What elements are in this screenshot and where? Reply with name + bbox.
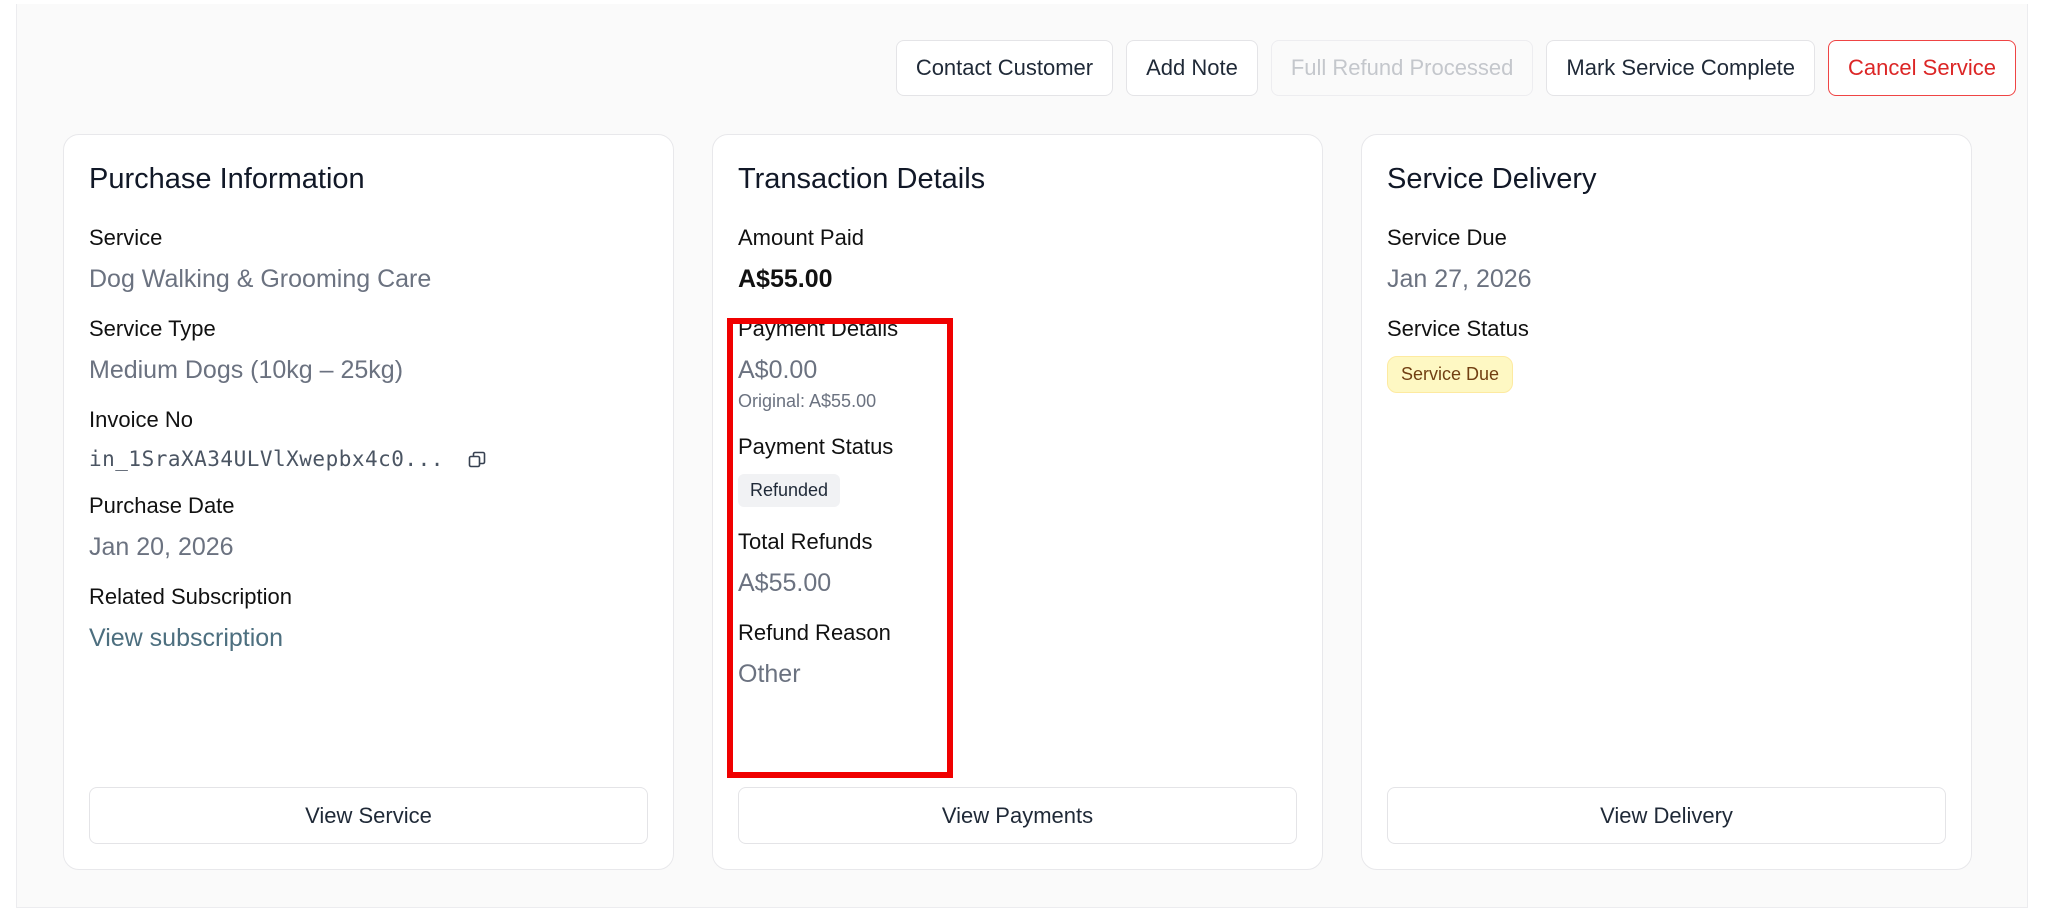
invoice-row: in_1SraXA34ULVlXwepbx4c0...	[89, 447, 648, 471]
view-payments-button[interactable]: View Payments	[738, 787, 1297, 844]
service-value: Dog Walking & Grooming Care	[89, 265, 432, 293]
add-note-button[interactable]: Add Note	[1126, 40, 1258, 96]
purchase-date-label: Purchase Date	[89, 493, 235, 518]
invoice-label: Invoice No	[89, 407, 193, 432]
mark-service-complete-button[interactable]: Mark Service Complete	[1546, 40, 1816, 96]
view-service-button[interactable]: View Service	[89, 787, 648, 844]
transaction-details-card: Transaction Details Amount Paid A$55.00 …	[712, 134, 1323, 870]
card-title: Transaction Details	[738, 163, 986, 195]
service-due-label: Service Due	[1387, 225, 1507, 250]
payment-status-badge: Refunded	[738, 474, 841, 507]
amount-paid-value: A$55.00	[738, 265, 833, 293]
purchase-date-value: Jan 20, 2026	[89, 533, 234, 561]
payment-details-original: Original: A$55.00	[738, 391, 877, 411]
cards-row: Purchase Information Service Dog Walking…	[63, 134, 1972, 870]
view-subscription-link[interactable]: View subscription	[89, 624, 648, 653]
cancel-service-button[interactable]: Cancel Service	[1828, 40, 2016, 96]
total-refunds-value: A$55.00	[738, 569, 832, 597]
service-type-label: Service Type	[89, 316, 216, 341]
service-delivery-card: Service Delivery Service Due Jan 27, 202…	[1361, 134, 1972, 870]
card-title: Purchase Information	[89, 163, 365, 195]
payment-details-value: A$0.00	[738, 356, 818, 384]
action-bar: Contact Customer Add Note Full Refund Pr…	[895, 40, 2016, 96]
view-delivery-button[interactable]: View Delivery	[1387, 787, 1946, 844]
refund-reason-label: Refund Reason	[738, 620, 891, 645]
service-status-label: Service Status	[1387, 316, 1529, 341]
service-due-value: Jan 27, 2026	[1387, 265, 1532, 293]
copy-icon[interactable]	[468, 450, 486, 468]
total-refunds-label: Total Refunds	[738, 529, 873, 554]
purchase-information-card: Purchase Information Service Dog Walking…	[63, 134, 674, 870]
amount-paid-label: Amount Paid	[738, 225, 864, 250]
full-refund-processed-button: Full Refund Processed	[1270, 40, 1534, 96]
service-label: Service	[89, 225, 163, 250]
payment-status-label: Payment Status	[738, 434, 894, 459]
card-title: Service Delivery	[1387, 163, 1597, 195]
contact-customer-button[interactable]: Contact Customer	[895, 40, 1114, 96]
payment-details-label: Payment Details	[738, 316, 899, 341]
refund-reason-value: Other	[738, 660, 801, 688]
related-subscription-label: Related Subscription	[89, 584, 293, 609]
service-type-value: Medium Dogs (10kg – 25kg)	[89, 356, 404, 384]
invoice-value: in_1SraXA34ULVlXwepbx4c0...	[89, 447, 444, 471]
service-status-badge: Service Due	[1387, 356, 1514, 393]
